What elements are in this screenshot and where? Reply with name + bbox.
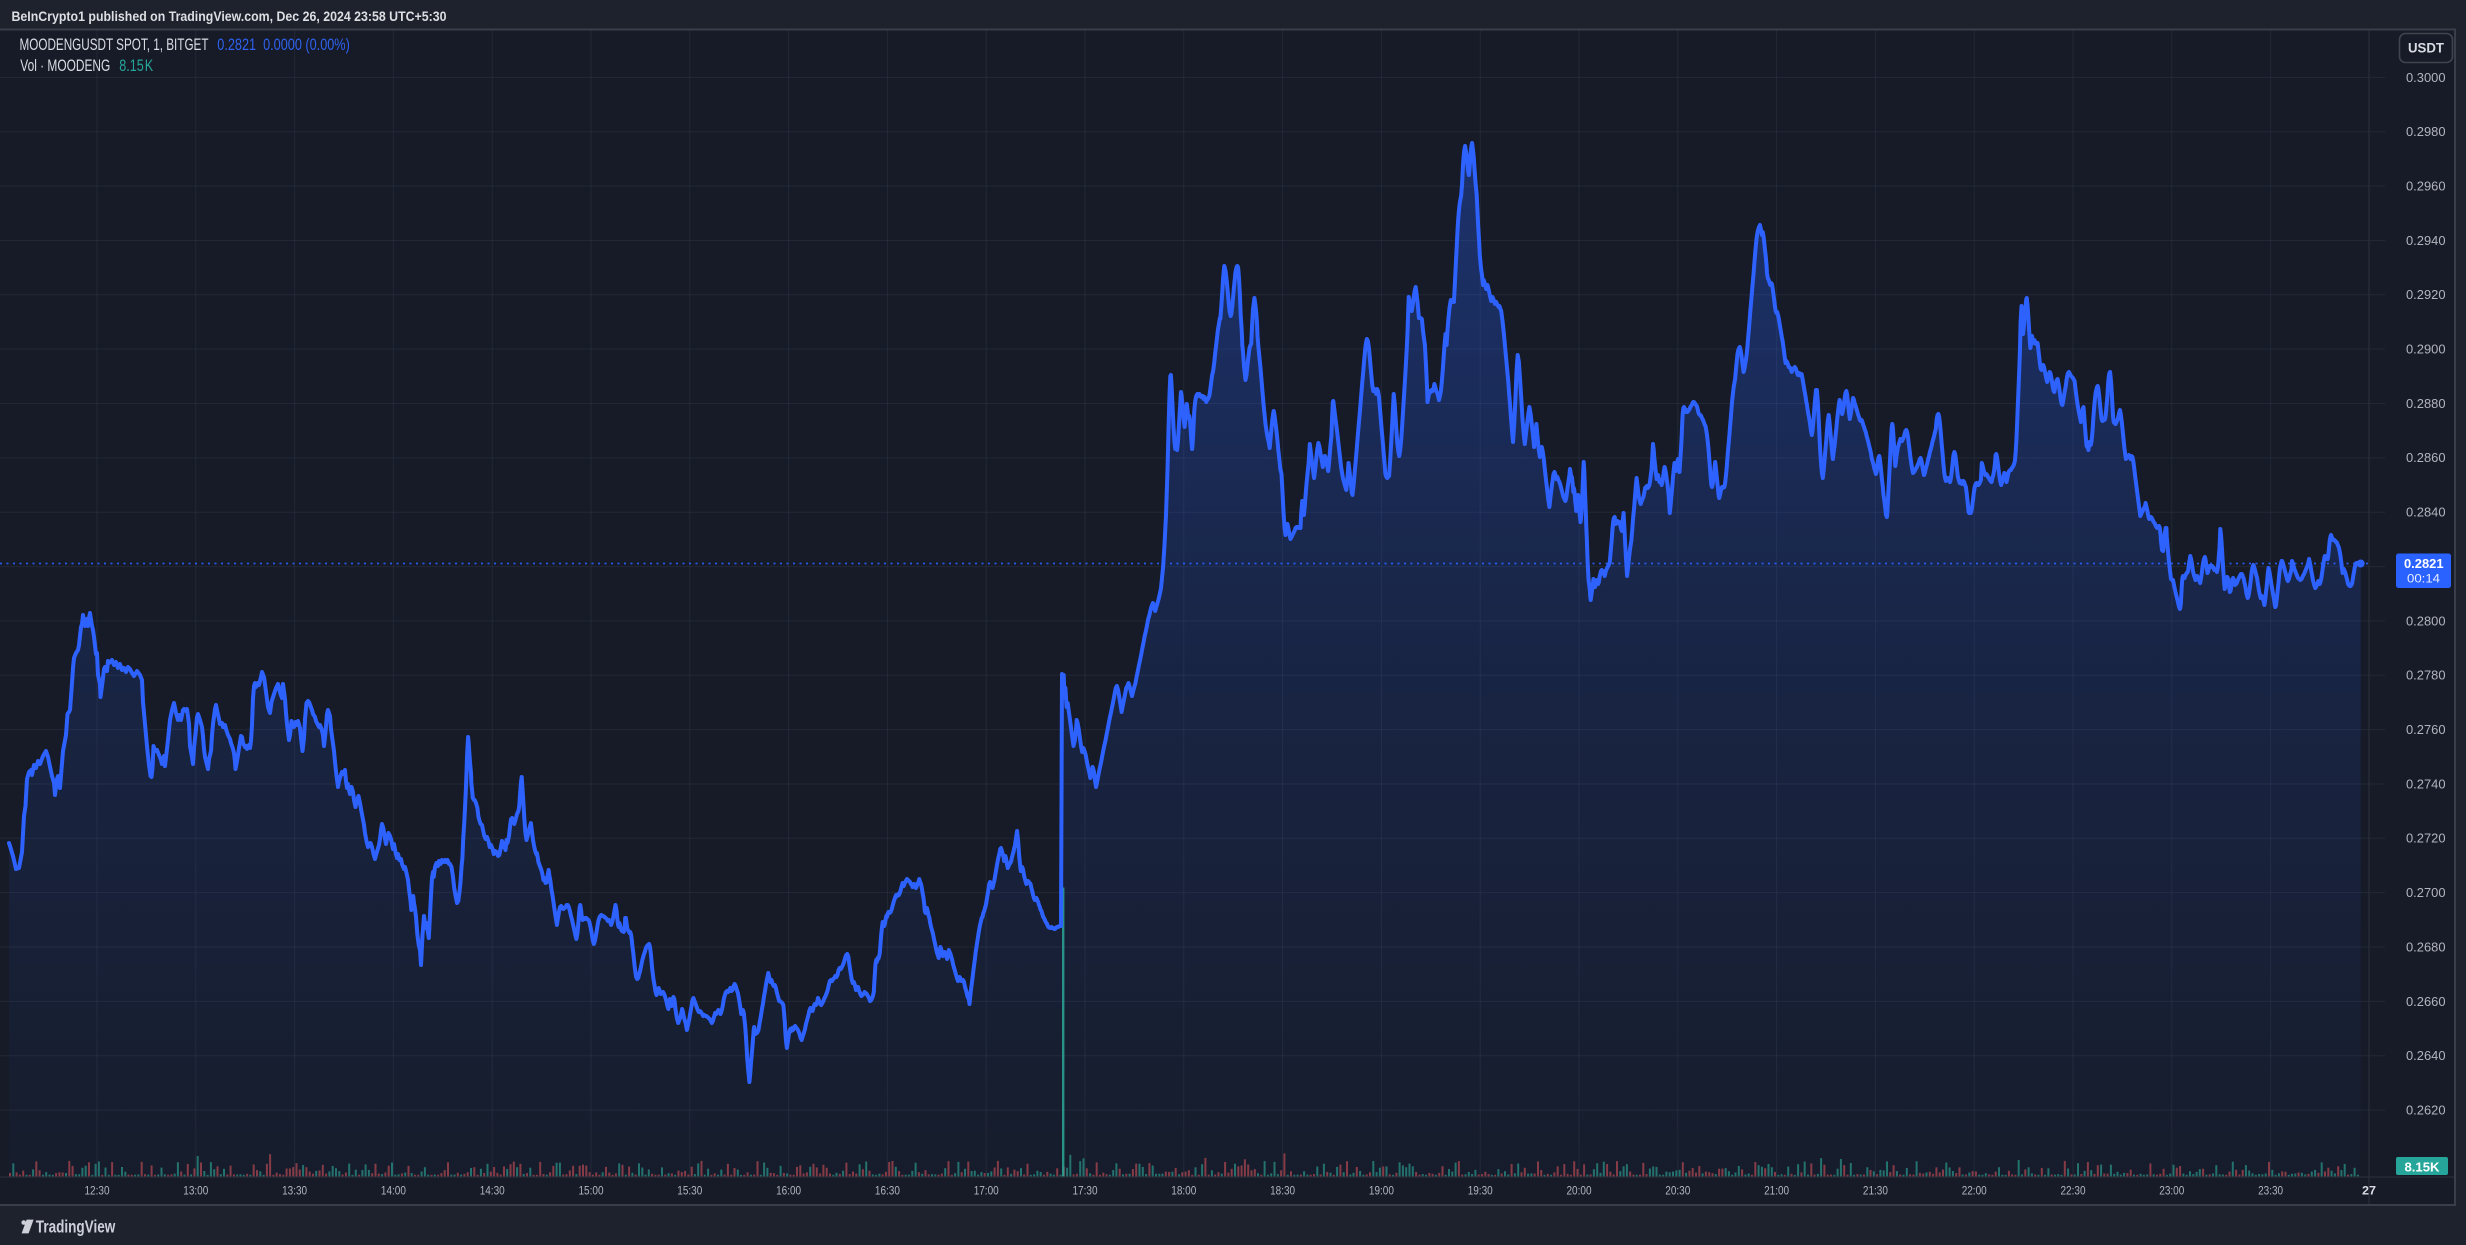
svg-text:0.2720: 0.2720 <box>2406 831 2446 846</box>
svg-text:12:30: 12:30 <box>85 1184 110 1198</box>
svg-text:0.2800: 0.2800 <box>2406 613 2446 628</box>
svg-text:0.2620: 0.2620 <box>2406 1103 2446 1118</box>
svg-text:19:00: 19:00 <box>1369 1184 1394 1198</box>
svg-text:13:30: 13:30 <box>282 1184 307 1198</box>
svg-text:0.2740: 0.2740 <box>2406 776 2446 791</box>
svg-text:BeInCrypto1 published on Tradi: BeInCrypto1 published on TradingView.com… <box>12 9 447 24</box>
svg-text:0.2900: 0.2900 <box>2406 342 2446 357</box>
svg-text:17:30: 17:30 <box>1073 1184 1098 1198</box>
svg-text:14:00: 14:00 <box>381 1184 406 1198</box>
svg-text:MOODENGUSDT SPOT, 1, BITGET: MOODENGUSDT SPOT, 1, BITGET <box>20 36 209 54</box>
svg-text:0.2880: 0.2880 <box>2406 396 2446 411</box>
svg-text:23:30: 23:30 <box>2258 1184 2283 1198</box>
svg-text:22:30: 22:30 <box>2061 1184 2086 1198</box>
svg-text:18:30: 18:30 <box>1270 1184 1295 1198</box>
svg-text:USDT: USDT <box>2408 41 2445 56</box>
svg-text:27: 27 <box>2362 1184 2376 1198</box>
svg-text:16:30: 16:30 <box>875 1184 900 1198</box>
svg-text:18:00: 18:00 <box>1171 1184 1196 1198</box>
svg-text:8.15K: 8.15K <box>2405 1160 2441 1175</box>
svg-text:17:00: 17:00 <box>974 1184 999 1198</box>
svg-text:0.2760: 0.2760 <box>2406 722 2446 737</box>
svg-text:0.2821: 0.2821 <box>2404 556 2444 571</box>
svg-text:0.2960: 0.2960 <box>2406 179 2446 194</box>
svg-text:20:00: 20:00 <box>1567 1184 1592 1198</box>
svg-text:Vol · MOODENG: Vol · MOODENG <box>20 57 110 75</box>
svg-text:00:14: 00:14 <box>2407 572 2440 586</box>
svg-text:TradingView: TradingView <box>36 1217 116 1237</box>
svg-text:13:00: 13:00 <box>183 1184 208 1198</box>
svg-text:0.2940: 0.2940 <box>2406 233 2446 248</box>
svg-text:19:30: 19:30 <box>1468 1184 1493 1198</box>
svg-text:0.2840: 0.2840 <box>2406 505 2446 520</box>
svg-text:0.2660: 0.2660 <box>2406 994 2446 1009</box>
svg-text:23:00: 23:00 <box>2159 1184 2184 1198</box>
svg-text:22:00: 22:00 <box>1962 1184 1987 1198</box>
svg-text:0.2780: 0.2780 <box>2406 668 2446 683</box>
svg-text:15:30: 15:30 <box>677 1184 702 1198</box>
svg-text:0.2700: 0.2700 <box>2406 885 2446 900</box>
svg-text:0.2680: 0.2680 <box>2406 939 2446 954</box>
svg-text:14:30: 14:30 <box>480 1184 505 1198</box>
svg-text:21:30: 21:30 <box>1863 1184 1888 1198</box>
svg-text:0.3000: 0.3000 <box>2406 70 2446 85</box>
svg-text:21:00: 21:00 <box>1764 1184 1789 1198</box>
svg-text:20:30: 20:30 <box>1665 1184 1690 1198</box>
svg-text:0.2980: 0.2980 <box>2406 124 2446 139</box>
svg-text:16:00: 16:00 <box>776 1184 801 1198</box>
svg-text:0.2860: 0.2860 <box>2406 450 2446 465</box>
svg-text:15:00: 15:00 <box>579 1184 604 1198</box>
svg-text:8.15 K: 8.15 K <box>119 57 153 75</box>
svg-text:0.2640: 0.2640 <box>2406 1048 2446 1063</box>
svg-text:0.2920: 0.2920 <box>2406 287 2446 302</box>
svg-text:0.2821 0.0000 (0.00%): 0.2821 0.0000 (0.00%) <box>217 36 349 54</box>
